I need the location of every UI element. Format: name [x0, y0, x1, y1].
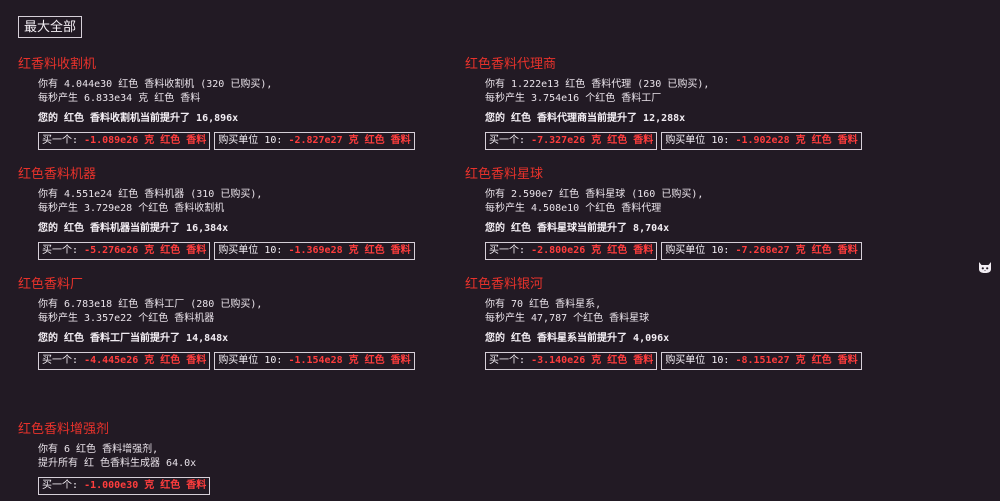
generator-boost: 您的 红色 香料代理商当前提升了 12,288x: [485, 113, 686, 124]
booster-effect-line: 提升所有 红 色香料生成器 64.0x: [38, 458, 197, 469]
generator-boost: 您的 红色 香料收割机当前提升了 16,896x: [38, 113, 239, 124]
generator-boost: 您的 红色 香料星系当前提升了 4,096x: [485, 333, 670, 344]
buy-ten-button[interactable]: 购买单位 10: -7.268e27 克 红色 香料: [661, 242, 862, 260]
generator-title: 红色香料星球: [465, 167, 544, 182]
booster-buy-buttons: 买一个: -1.000e30 克 红色 香料: [38, 477, 478, 495]
buy-one-cost: -1.089e26 克 红色 香料: [84, 135, 207, 146]
game-root: 最大全部 红香料收割机 你有 4.044e30 红色 香料收割机 (320 已购…: [0, 0, 1000, 501]
buy-one-cost: -1.000e30 克 红色 香料: [84, 480, 207, 491]
generator-red-spice-agent: 红色香料代理商 你有 1.222e13 红色 香料代理 (230 已购买), 每…: [465, 56, 925, 150]
buy-ten-button[interactable]: 购买单位 10: -1.369e28 克 红色 香料: [214, 242, 415, 260]
generator-red-spice-factory: 红色香料厂 你有 6.783e18 红色 香料工厂 (280 已购买), 每秒产…: [18, 276, 478, 370]
buy-one-button[interactable]: 买一个: -4.445e26 克 红色 香料: [38, 352, 211, 370]
buy-ten-cost: -8.151e27 克 红色 香料: [735, 355, 858, 366]
generator-production-line: 每秒产生 4.508e10 个红色 香料代理: [485, 203, 662, 214]
generator-red-spice-planet: 红色香料星球 你有 2.590e7 红色 香料星球 (160 已购买), 每秒产…: [465, 166, 925, 260]
generator-title: 红色香料代理商: [465, 57, 557, 72]
generator-owned-line: 你有 70 红色 香料星系,: [485, 299, 602, 310]
generator-owned-line: 你有 6.783e18 红色 香料工厂 (280 已购买),: [38, 299, 263, 310]
generator-info: 你有 4.044e30 红色 香料收割机 (320 已购买), 每秒产生 6.8…: [38, 78, 478, 106]
buy-ten-label: 购买单位 10:: [218, 135, 283, 146]
buy-ten-button[interactable]: 购买单位 10: -2.827e27 克 红色 香料: [214, 132, 415, 150]
booster-red-spice-enhancer: 红色香料增强剂 你有 6 红色 香料增强剂, 提升所有 红 色香料生成器 64.…: [18, 421, 478, 495]
generator-owned-line: 你有 2.590e7 红色 香料星球 (160 已购买),: [485, 189, 704, 200]
buy-ten-cost: -2.827e27 克 红色 香料: [288, 135, 411, 146]
buy-one-button[interactable]: 买一个: -3.140e26 克 红色 香料: [485, 352, 658, 370]
generator-production-line: 每秒产生 3.729e28 个红色 香料收割机: [38, 203, 225, 214]
buy-ten-label: 购买单位 10:: [665, 245, 730, 256]
buy-one-cost: -5.276e26 克 红色 香料: [84, 245, 207, 256]
booster-title: 红色香料增强剂: [18, 422, 110, 437]
max-all-button[interactable]: 最大全部: [18, 16, 83, 38]
buy-one-label: 买一个:: [42, 135, 79, 146]
buy-one-cost: -3.140e26 克 红色 香料: [531, 355, 654, 366]
buy-ten-label: 购买单位 10:: [665, 355, 730, 366]
generator-title: 红色香料机器: [18, 167, 97, 182]
generator-production-line: 每秒产生 3.357e22 个红色 香料机器: [38, 313, 215, 324]
buy-one-button[interactable]: 买一个: -2.800e26 克 红色 香料: [485, 242, 658, 260]
generator-title: 红色香料银河: [465, 277, 544, 292]
generator-boost: 您的 红色 香料工厂当前提升了 14,848x: [38, 333, 229, 344]
booster-info: 你有 6 红色 香料增强剂, 提升所有 红 色香料生成器 64.0x: [38, 443, 478, 471]
buy-ten-button[interactable]: 购买单位 10: -1.154e28 克 红色 香料: [214, 352, 415, 370]
buy-ten-cost: -7.268e27 克 红色 香料: [735, 245, 858, 256]
buy-one-label: 买一个:: [42, 480, 79, 491]
buy-ten-label: 购买单位 10:: [218, 245, 283, 256]
generator-title: 红色香料厂: [18, 277, 84, 292]
generator-owned-line: 你有 1.222e13 红色 香料代理 (230 已购买),: [485, 79, 710, 90]
buy-ten-label: 购买单位 10:: [665, 135, 730, 146]
buy-one-label: 买一个:: [42, 245, 79, 256]
generator-production-line: 每秒产生 6.833e34 克 红色 香料: [38, 93, 201, 104]
generator-red-spice-machine: 红色香料机器 你有 4.551e24 红色 香料机器 (310 已购买), 每秒…: [18, 166, 478, 260]
generator-title: 红香料收割机: [18, 57, 97, 72]
buy-ten-cost: -1.902e28 克 红色 香料: [735, 135, 858, 146]
buy-ten-button[interactable]: 购买单位 10: -1.902e28 克 红色 香料: [661, 132, 862, 150]
generator-buy-buttons: 买一个: -4.445e26 克 红色 香料 购买单位 10: -1.154e2…: [38, 352, 478, 370]
generator-buy-buttons: 买一个: -1.089e26 克 红色 香料 购买单位 10: -2.827e2…: [38, 132, 478, 150]
buy-one-label: 买一个:: [489, 245, 526, 256]
buy-one-button[interactable]: 买一个: -7.327e26 克 红色 香料: [485, 132, 658, 150]
buy-one-label: 买一个:: [489, 355, 526, 366]
buy-one-button[interactable]: 买一个: -1.089e26 克 红色 香料: [38, 132, 211, 150]
buy-one-booster-button[interactable]: 买一个: -1.000e30 克 红色 香料: [38, 477, 211, 495]
generator-boost: 您的 红色 香料星球当前提升了 8,704x: [485, 223, 670, 234]
buy-ten-cost: -1.369e28 克 红色 香料: [288, 245, 411, 256]
cat-icon[interactable]: [976, 258, 994, 276]
generator-owned-line: 你有 4.044e30 红色 香料收割机 (320 已购买),: [38, 79, 273, 90]
booster-owned-line: 你有 6 红色 香料增强剂,: [38, 444, 159, 455]
buy-one-button[interactable]: 买一个: -5.276e26 克 红色 香料: [38, 242, 211, 260]
generator-red-spice-galaxy: 红色香料银河 你有 70 红色 香料星系, 每秒产生 47,787 个红色 香料…: [465, 276, 925, 370]
generator-info: 你有 1.222e13 红色 香料代理 (230 已购买), 每秒产生 3.75…: [485, 78, 925, 106]
buy-one-cost: -7.327e26 克 红色 香料: [531, 135, 654, 146]
buy-ten-label: 购买单位 10:: [218, 355, 283, 366]
generator-red-spice-harvester: 红香料收割机 你有 4.044e30 红色 香料收割机 (320 已购买), 每…: [18, 56, 478, 150]
buy-one-label: 买一个:: [42, 355, 79, 366]
buy-one-label: 买一个:: [489, 135, 526, 146]
generator-info: 你有 4.551e24 红色 香料机器 (310 已购买), 每秒产生 3.72…: [38, 188, 478, 216]
generator-production-line: 每秒产生 47,787 个红色 香料星球: [485, 313, 650, 324]
generator-owned-line: 你有 4.551e24 红色 香料机器 (310 已购买),: [38, 189, 263, 200]
generator-info: 你有 70 红色 香料星系, 每秒产生 47,787 个红色 香料星球: [485, 298, 925, 326]
generator-info: 你有 2.590e7 红色 香料星球 (160 已购买), 每秒产生 4.508…: [485, 188, 925, 216]
generator-buy-buttons: 买一个: -3.140e26 克 红色 香料 购买单位 10: -8.151e2…: [485, 352, 925, 370]
generator-info: 你有 6.783e18 红色 香料工厂 (280 已购买), 每秒产生 3.35…: [38, 298, 478, 326]
buy-ten-button[interactable]: 购买单位 10: -8.151e27 克 红色 香料: [661, 352, 862, 370]
buy-one-cost: -2.800e26 克 红色 香料: [531, 245, 654, 256]
buy-one-cost: -4.445e26 克 红色 香料: [84, 355, 207, 366]
generator-buy-buttons: 买一个: -2.800e26 克 红色 香料 购买单位 10: -7.268e2…: [485, 242, 925, 260]
generator-buy-buttons: 买一个: -5.276e26 克 红色 香料 购买单位 10: -1.369e2…: [38, 242, 478, 260]
generator-boost: 您的 红色 香料机器当前提升了 16,384x: [38, 223, 229, 234]
buy-ten-cost: -1.154e28 克 红色 香料: [288, 355, 411, 366]
generator-buy-buttons: 买一个: -7.327e26 克 红色 香料 购买单位 10: -1.902e2…: [485, 132, 925, 150]
generator-production-line: 每秒产生 3.754e16 个红色 香料工厂: [485, 93, 662, 104]
